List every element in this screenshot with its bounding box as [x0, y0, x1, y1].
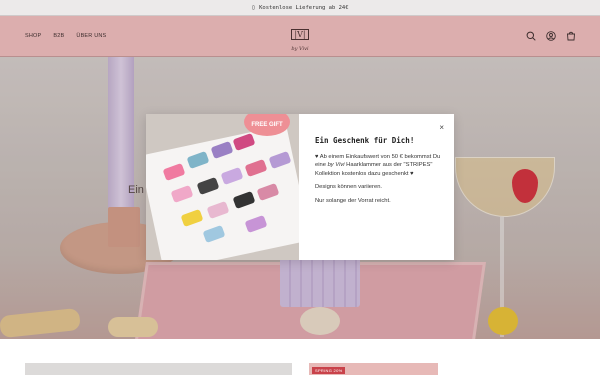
- logo-script: by Vivi: [291, 46, 309, 52]
- popup-note-stock: Nur solange der Vorrat reicht.: [315, 197, 391, 204]
- search-icon[interactable]: [526, 31, 536, 41]
- gift-popup: FREE GIFT × Ein Geschenk für Dich! ♥ Ab …: [146, 114, 454, 260]
- product-card[interactable]: [25, 363, 292, 375]
- main-nav: SHOP B2B ÜBER UNS: [25, 33, 106, 39]
- announcement-text: Kostenlose Lieferung ab 24€: [259, 4, 349, 11]
- popup-title: Ein Geschenk für Dich!: [315, 136, 415, 145]
- sale-badge: SPRING 20%: [312, 367, 346, 374]
- close-icon[interactable]: ×: [439, 123, 444, 132]
- site-header: SHOP B2B ÜBER UNS |V| by Vivi: [0, 16, 600, 57]
- announcement-bar: ▯ Kostenlose Lieferung ab 24€: [0, 0, 600, 16]
- brand-logo[interactable]: |V| by Vivi: [283, 24, 317, 52]
- product-section: SPRING 20%: [0, 339, 600, 375]
- truck-icon: ▯: [251, 4, 256, 11]
- nav-item-b2b[interactable]: B2B: [53, 33, 64, 39]
- offer-brand: by Vivi: [327, 162, 345, 169]
- nav-item-shop[interactable]: SHOP: [25, 33, 41, 39]
- header-icons: [526, 31, 576, 41]
- logo-mark: |V|: [291, 29, 309, 40]
- account-icon[interactable]: [546, 31, 556, 41]
- popup-offer-text: ♥ Ab einem Einkaufswert von 50 € bekomms…: [315, 153, 442, 178]
- popup-note-designs: Designs können variieren.: [315, 184, 383, 191]
- nav-item-about[interactable]: ÜBER UNS: [76, 33, 106, 39]
- cart-icon[interactable]: [566, 31, 576, 41]
- popup-image: FREE GIFT: [146, 114, 299, 260]
- popup-content: × Ein Geschenk für Dich! ♥ Ab einem Eink…: [299, 114, 454, 260]
